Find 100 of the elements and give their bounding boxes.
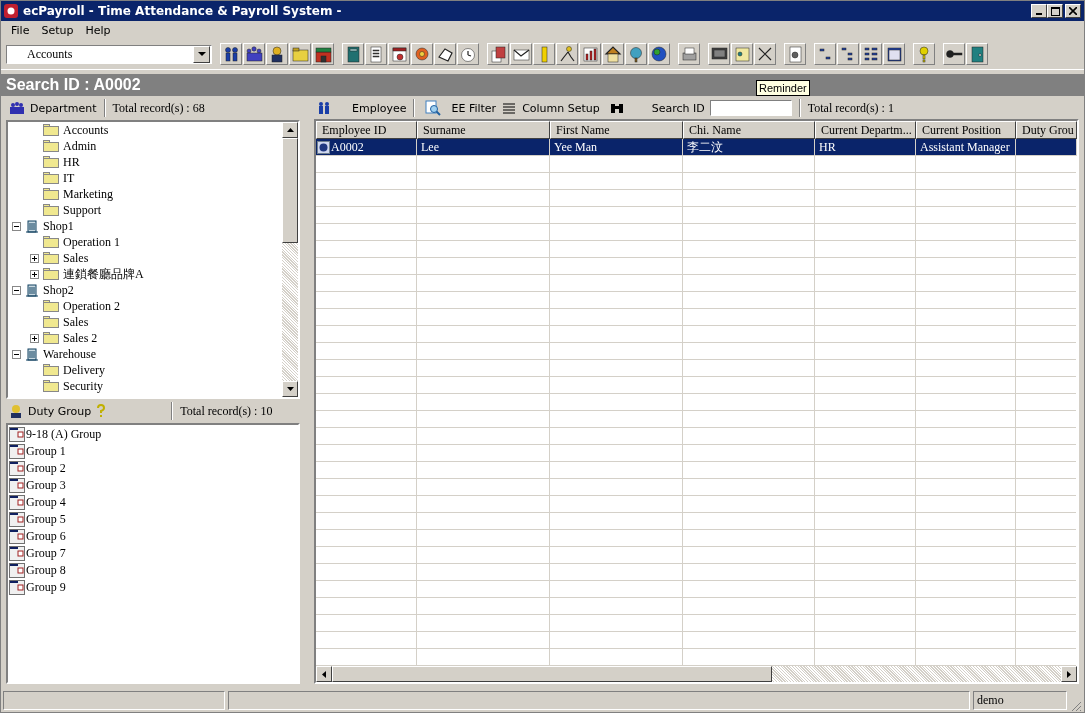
column-header[interactable]: First Name bbox=[550, 121, 683, 139]
toolbar-button[interactable] bbox=[312, 43, 334, 65]
tree-item[interactable]: Sales bbox=[62, 250, 90, 266]
toolbar-button[interactable] bbox=[754, 43, 776, 65]
menu-item[interactable]: Setup bbox=[35, 23, 80, 37]
tree-item[interactable]: HR bbox=[62, 154, 81, 170]
department-dropdown[interactable]: Accounts bbox=[6, 44, 212, 64]
duty-group-item[interactable]: 9-18 (A) Group bbox=[26, 427, 102, 442]
vertical-scrollbar[interactable] bbox=[282, 122, 298, 397]
close-button[interactable] bbox=[1065, 4, 1081, 18]
toolbar-button[interactable] bbox=[837, 43, 859, 65]
duty-group-item[interactable]: Group 3 bbox=[26, 478, 66, 493]
toolbar-button[interactable] bbox=[814, 43, 836, 65]
folder-icon bbox=[43, 332, 59, 344]
tools-icon bbox=[756, 45, 774, 63]
tree-item[interactable]: Security bbox=[62, 378, 104, 394]
duty-group-item[interactable]: Group 9 bbox=[26, 580, 66, 595]
people-icon bbox=[317, 101, 331, 115]
maximize-button[interactable] bbox=[1047, 4, 1063, 18]
column-header[interactable]: Current Position bbox=[916, 121, 1016, 139]
toolbar-button[interactable] bbox=[243, 43, 265, 65]
window-title: ecPayroll - Time Attendance & Payroll System - bbox=[23, 4, 342, 18]
scroll-up-icon[interactable] bbox=[286, 128, 294, 132]
tree-item[interactable]: 連鎖餐廳品牌A bbox=[62, 265, 145, 283]
department-label: Department bbox=[30, 101, 97, 115]
duty-group-item[interactable]: Group 4 bbox=[26, 495, 66, 510]
menu-item[interactable]: Help bbox=[79, 23, 117, 37]
toolbar-button[interactable] bbox=[388, 43, 410, 65]
toolbar-button[interactable] bbox=[943, 43, 965, 65]
toolbar-button[interactable] bbox=[579, 43, 601, 65]
building-icon bbox=[25, 283, 39, 297]
tree-item[interactable]: Operation 1 bbox=[62, 234, 121, 250]
search-id-field[interactable] bbox=[709, 100, 792, 116]
tree-item[interactable]: Operation 2 bbox=[62, 298, 121, 314]
tree-item[interactable]: Sales bbox=[62, 314, 90, 330]
toolbar-button[interactable] bbox=[883, 43, 905, 65]
column-header[interactable]: Current Departm... bbox=[815, 121, 916, 139]
tree-item[interactable]: IT bbox=[62, 170, 76, 186]
tree-item[interactable]: Marketing bbox=[62, 186, 114, 202]
expand-icon[interactable] bbox=[30, 333, 39, 343]
expand-icon[interactable] bbox=[30, 253, 39, 263]
collapse-icon[interactable] bbox=[12, 349, 21, 359]
folder-icon bbox=[291, 45, 309, 63]
tree-item[interactable]: Shop1 bbox=[42, 218, 75, 234]
collapse-icon[interactable] bbox=[12, 221, 21, 231]
tree-item[interactable]: Accounts bbox=[62, 122, 110, 138]
tree-item[interactable]: Sales 2 bbox=[62, 330, 99, 346]
employee-label: Employee bbox=[352, 101, 407, 115]
ee-filter-button[interactable]: EE Filter bbox=[449, 101, 499, 115]
house-icon bbox=[604, 45, 622, 63]
tree-item[interactable]: Warehouse bbox=[42, 346, 97, 362]
toolbar-button[interactable] bbox=[487, 43, 509, 65]
tree-item[interactable]: Shop2 bbox=[42, 282, 75, 298]
folder-icon bbox=[43, 300, 59, 312]
toolbar-button[interactable] bbox=[510, 43, 532, 65]
toolbar-button[interactable] bbox=[966, 43, 988, 65]
small-tree-icon bbox=[816, 45, 834, 63]
scroll-left-icon[interactable] bbox=[322, 670, 326, 678]
column-header[interactable]: Duty Grou bbox=[1016, 121, 1077, 139]
duty-group-item[interactable]: Group 5 bbox=[26, 512, 66, 527]
toolbar-button[interactable] bbox=[266, 43, 288, 65]
status-user: demo bbox=[973, 690, 1067, 710]
scroll-right-icon[interactable] bbox=[1067, 670, 1071, 678]
calendar-icon bbox=[9, 580, 25, 595]
table-row[interactable]: A0002 Lee Yee Man 李二汶 HR Assistant Manager bbox=[316, 139, 1077, 156]
column-header[interactable]: Employee ID bbox=[316, 121, 417, 139]
duty-group-item[interactable]: Group 6 bbox=[26, 529, 66, 544]
maximize-icon bbox=[1050, 6, 1060, 16]
duty-group-item[interactable]: Group 1 bbox=[26, 444, 66, 459]
duty-group-item[interactable]: Group 2 bbox=[26, 461, 66, 476]
toolbar-button[interactable] bbox=[220, 43, 242, 65]
menu-item[interactable]: File bbox=[5, 23, 36, 37]
search-id-title: Search ID : A0002 bbox=[6, 76, 141, 94]
column-header[interactable]: Surname bbox=[417, 121, 550, 139]
document-copy-icon bbox=[489, 45, 507, 63]
expand-icon[interactable] bbox=[30, 269, 39, 279]
record-count: Total record(s) : 10 bbox=[180, 403, 273, 419]
folder-icon bbox=[43, 364, 59, 376]
toolbar-button[interactable] bbox=[602, 43, 624, 65]
tree-item[interactable]: Admin bbox=[62, 138, 98, 154]
resize-grip-icon[interactable] bbox=[1070, 700, 1082, 712]
horizontal-scrollbar[interactable] bbox=[316, 666, 1077, 682]
column-header[interactable]: Chi. Name bbox=[683, 121, 815, 139]
toolbar-button[interactable] bbox=[342, 43, 364, 65]
folder-icon bbox=[43, 236, 59, 248]
toolbar-button[interactable] bbox=[860, 43, 882, 65]
duty-group-item[interactable]: Group 8 bbox=[26, 563, 66, 578]
minimize-button[interactable] bbox=[1031, 4, 1047, 18]
table-cell: HR bbox=[819, 139, 836, 155]
folder-icon bbox=[43, 204, 59, 216]
tree-item[interactable]: Delivery bbox=[62, 362, 106, 378]
scroll-down-icon[interactable] bbox=[286, 387, 294, 391]
toolbar-button[interactable] bbox=[708, 43, 730, 65]
book-icon bbox=[344, 45, 362, 63]
toolbar-button[interactable] bbox=[365, 43, 387, 65]
column-setup-button[interactable]: Column Setup bbox=[520, 101, 602, 115]
collapse-icon[interactable] bbox=[12, 285, 21, 295]
duty-group-item[interactable]: Group 7 bbox=[26, 546, 66, 561]
table-cell: 李二汶 bbox=[687, 138, 723, 156]
tree-item[interactable]: Support bbox=[62, 202, 102, 218]
